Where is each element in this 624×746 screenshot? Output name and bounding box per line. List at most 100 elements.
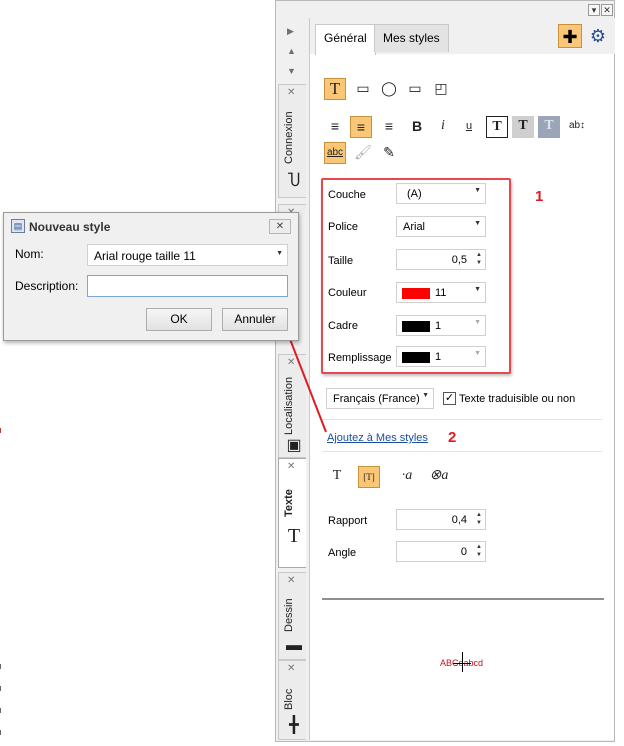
scroll-down-icon[interactable]: ▼ [287,66,296,76]
angle-label: Angle [328,547,357,559]
vertical-text-icon[interactable]: ab↕ [566,116,588,138]
preview-divider [322,598,604,600]
nom-dropdown[interactable]: Arial rouge taille 11 ▼ [87,244,288,266]
cancel-button[interactable]: Annuler [222,308,288,331]
taille-value: 0,5 [451,254,467,266]
side-tab-label: Bloc [283,688,295,710]
scroll-up-icon[interactable]: ▲ [287,46,296,56]
align-left-icon[interactable]: ≡ [324,116,346,138]
preview-crosshair-v [462,652,463,672]
edge-mark [0,428,1,433]
bold-icon[interactable]: B [406,116,428,138]
rapport-value: 0,4 [451,514,467,526]
couleur-value: 11 [435,287,447,299]
divider [322,451,602,452]
tab-mes-styles[interactable]: Mes styles [374,24,449,52]
brush-icon[interactable]: 🖌 [352,142,374,164]
police-label: Police [328,221,358,233]
drawing-icon: ▬ [286,637,302,654]
text-format-icon[interactable]: abc [324,142,346,164]
chevron-down-icon: ▼ [474,286,481,293]
side-tab-dessin[interactable]: ✕ Dessin ▬ [278,572,306,660]
round-callout-icon[interactable]: ◯ [378,78,400,100]
close-icon[interactable]: ✕ [287,461,295,472]
filled-text-icon[interactable]: T [538,116,560,138]
align-center-icon[interactable]: ≡ [350,116,372,138]
nom-value: Arial rouge taille 11 [94,249,196,263]
edge-mark [0,730,1,735]
tab-general[interactable]: Général [315,24,376,55]
anchor-rotate-icon[interactable]: ⊗a [428,466,450,488]
side-tab-label: Connexion [283,111,295,165]
anchor-point-icon[interactable]: ·a [396,466,418,488]
annotation-box-1 [321,178,511,374]
angle-spinner[interactable]: 0 ▲ ▼ [396,541,486,562]
nom-label: Nom: [15,247,44,261]
close-icon[interactable]: ✕ [287,575,295,586]
spin-arrows-icon[interactable]: ▲ ▼ [476,251,482,267]
framed-text-icon[interactable]: T [486,116,508,138]
spin-arrows-icon[interactable]: ▲ ▼ [476,511,482,527]
side-tab-bloc[interactable]: ✕ Bloc ╋ [278,660,306,740]
new-style-dialog: ▤ Nouveau style ✕ Nom: Arial rouge taill… [3,212,299,341]
side-tab-label: Texte [283,489,295,517]
properties-panel: Général Mes styles ✚ ⚙ T ▭ ◯ ▭ ◰ ≡ ≡ ≡ B… [309,18,615,740]
edge-mark [0,686,1,691]
close-icon[interactable]: ✕ [287,663,295,674]
align-right-icon[interactable]: ≡ [378,116,400,138]
panel-tabs: Général Mes styles ✚ ⚙ [310,18,615,55]
taille-spinner[interactable]: 0,5 ▲ ▼ [396,249,486,270]
dialog-app-icon: ▤ [11,219,25,233]
language-value: Français (France) [333,393,420,405]
italic-icon[interactable]: i [432,116,454,138]
chevron-down-icon: ▼ [474,319,481,326]
police-dropdown[interactable]: Arial ▼ [396,216,486,237]
underline-icon[interactable]: u [458,116,480,138]
couche-dropdown[interactable]: (A) ▼ [396,183,486,204]
preview-crosshair-h [453,663,471,664]
side-tab-texte[interactable]: ✕ Texte T [278,458,306,568]
language-dropdown[interactable]: Français (France) ▼ [326,388,434,409]
palette-menu-icon[interactable]: ▾ [588,4,600,16]
edge-mark [0,664,1,669]
scroll-right-icon[interactable]: ▶ [287,26,294,36]
rapport-spinner[interactable]: 0,4 ▲ ▼ [396,509,486,530]
palette-close-icon[interactable]: ✕ [601,4,613,16]
chevron-down-icon: ▼ [474,220,481,227]
annotation-marker-1: 1 [535,188,544,205]
remplissage-value: 1 [435,351,442,363]
settings-gear-icon[interactable]: ⚙ [586,24,610,48]
text-in-frame-icon[interactable]: [T] [358,466,380,488]
annotation-marker-2: 2 [448,429,457,446]
bloc-icon: ╋ [289,717,299,734]
add-to-my-styles-link[interactable]: Ajoutez à Mes styles [327,432,428,444]
text-icon: T [287,525,301,547]
side-tab-connexion[interactable]: ✕ Connexion Ⴎ [278,84,306,198]
connexion-icon: Ⴎ [287,173,301,190]
style-manager-icon[interactable]: ✚ [558,24,582,48]
rect-callout-icon[interactable]: ▭ [352,78,374,100]
couche-value: (A) [407,188,422,200]
cadre-value: 1 [435,320,442,332]
shadow-text-icon[interactable]: T [512,116,534,138]
angle-value: 0 [460,546,467,558]
eyedropper-icon[interactable]: ✎ [378,142,400,164]
cadre-dropdown[interactable]: 1 ▼ [396,315,486,336]
description-input[interactable] [87,275,288,297]
chevron-down-icon: ▼ [276,250,283,257]
divider [322,419,602,420]
close-icon[interactable]: ✕ [287,87,295,98]
dialog-close-icon[interactable]: ✕ [269,219,291,234]
side-tab-label: Dessin [283,598,295,632]
line-callout-icon[interactable]: ▭ [404,78,426,100]
spin-arrows-icon[interactable]: ▲ ▼ [476,543,482,559]
leader-callout-icon[interactable]: ◰ [430,78,452,100]
translatable-checkbox[interactable]: ✓ [443,392,456,405]
ok-button[interactable]: OK [146,308,212,331]
couleur-dropdown[interactable]: 11 ▼ [396,282,486,303]
text-orientation-icon[interactable]: T [326,466,348,488]
chevron-down-icon: ▼ [474,350,481,357]
translatable-label: Texte traduisible ou non [459,393,576,405]
plain-text-icon[interactable]: T [324,78,346,100]
remplissage-dropdown[interactable]: 1 ▼ [396,346,486,367]
